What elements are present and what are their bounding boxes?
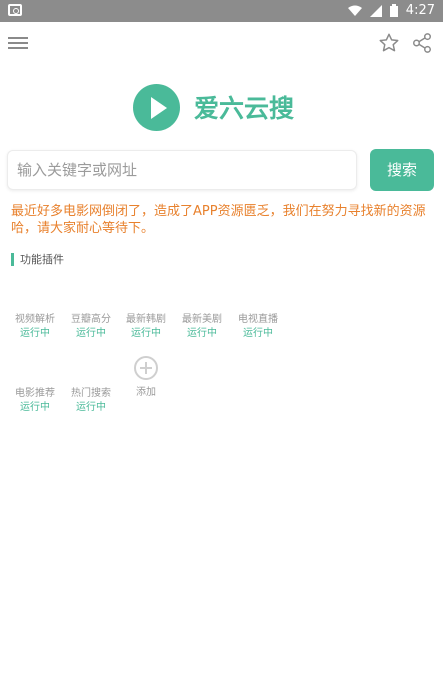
- brand: 爱六云搜: [133, 82, 294, 132]
- star-icon[interactable]: [378, 32, 400, 54]
- add-plugin-label: 添加: [136, 387, 156, 398]
- share-icon[interactable]: [411, 32, 433, 54]
- status-right: 4:27: [347, 3, 435, 18]
- search-input[interactable]: 输入关键字或网址: [7, 150, 357, 190]
- plugin-name: 最新美剧: [182, 314, 222, 325]
- search-button[interactable]: 搜索: [370, 149, 434, 191]
- plugin-name: 视频解析: [15, 314, 55, 325]
- screenshot-icon: [8, 4, 22, 16]
- plugin-item[interactable]: 最新韩剧 运行中: [121, 313, 171, 340]
- add-plugin-button[interactable]: 添加: [123, 356, 169, 398]
- plugin-name: 电视直播: [238, 314, 278, 325]
- plugin-status: 运行中: [76, 328, 106, 339]
- notice-text: 最近好多电影网倒闭了，造成了APP资源匮乏，我们在努力寻找新的资源哈，请大家耐心…: [11, 204, 426, 236]
- plugin-item[interactable]: 视频解析 运行中: [10, 313, 60, 340]
- signal-icon: [369, 4, 382, 17]
- plugin-name: 电影推荐: [15, 388, 55, 399]
- wifi-icon: [347, 5, 362, 16]
- plugin-name: 豆瓣高分: [71, 314, 111, 325]
- plugin-item[interactable]: 最新美剧 运行中: [177, 313, 227, 340]
- plus-icon: [134, 356, 158, 380]
- top-bar: [0, 22, 443, 66]
- plugin-status: 运行中: [243, 328, 273, 339]
- plugin-name: 热门搜索: [71, 388, 111, 399]
- plugin-name: 最新韩剧: [126, 314, 166, 325]
- plugin-status: 运行中: [20, 402, 50, 413]
- section-header: 功能插件: [11, 252, 64, 266]
- battery-icon: [389, 4, 398, 17]
- plugin-status: 运行中: [76, 402, 106, 413]
- menu-icon[interactable]: [8, 34, 28, 52]
- section-accent-bar: [11, 252, 14, 266]
- plugin-status: 运行中: [20, 328, 50, 339]
- play-logo-icon: [133, 83, 180, 131]
- plugin-item[interactable]: 电影推荐 运行中: [10, 387, 60, 414]
- plugin-status: 运行中: [131, 328, 161, 339]
- status-bar: 4:27: [0, 0, 443, 22]
- plugin-item[interactable]: 热门搜索 运行中: [66, 387, 116, 414]
- plugin-status: 运行中: [187, 328, 217, 339]
- plugin-item[interactable]: 豆瓣高分 运行中: [66, 313, 116, 340]
- plugin-item[interactable]: 电视直播 运行中: [233, 313, 283, 340]
- section-title: 功能插件: [20, 253, 64, 266]
- status-time: 4:27: [405, 3, 435, 18]
- app-name: 爱六云搜: [194, 94, 295, 123]
